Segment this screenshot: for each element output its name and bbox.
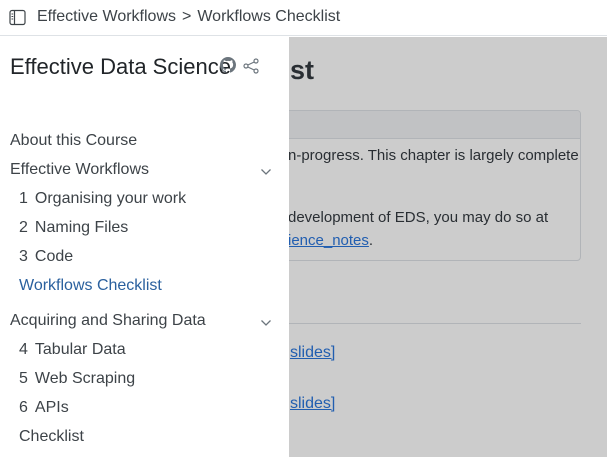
sidebar-section-acquiring-sharing-data[interactable]: Acquiring and Sharing Data	[10, 312, 206, 330]
sidebar-item-organising-your-work[interactable]: 1 Organising your work	[19, 190, 186, 208]
chapter-number: 4	[19, 341, 28, 358]
sidebar-item-web-scraping[interactable]: 5 Web Scraping	[19, 370, 135, 388]
share-icon[interactable]	[243, 58, 259, 74]
breadcrumb-item-current[interactable]: Workflows Checklist	[197, 8, 340, 25]
sidebar-item-label: Web Scraping	[34, 370, 136, 387]
chapter-number: 3	[19, 248, 28, 265]
sidebar-item-workflows-checklist[interactable]: Workflows Checklist	[19, 277, 162, 295]
sidebar: Effective Data Science About this Course…	[0, 37, 289, 457]
sidebar-toggle-icon[interactable]	[9, 9, 26, 26]
sidebar-item-about[interactable]: About this Course	[10, 132, 137, 150]
chapter-number: 5	[19, 370, 28, 387]
breadcrumb-separator: >	[182, 8, 192, 25]
site-title[interactable]: Effective Data Science	[10, 54, 231, 80]
breadcrumb-item-effective-workflows[interactable]: Effective Workflows	[37, 8, 176, 25]
sidebar-item-naming-files[interactable]: 2 Naming Files	[19, 219, 128, 237]
chapter-number: 6	[19, 399, 28, 416]
sidebar-item-label: Organising your work	[34, 190, 187, 207]
sidebar-item-apis[interactable]: 6 APIs	[19, 399, 69, 417]
sidebar-item-code[interactable]: 3 Code	[19, 248, 73, 266]
sidebar-item-tabular-data[interactable]: 4 Tabular Data	[19, 341, 126, 359]
chapter-number: 2	[19, 219, 28, 236]
top-bar: Effective Workflows > Workflows Checklist	[0, 0, 607, 36]
sidebar-section-effective-workflows[interactable]: Effective Workflows	[10, 161, 149, 179]
sidebar-item-checklist[interactable]: Checklist	[19, 428, 84, 446]
breadcrumb: Effective Workflows > Workflows Checklist	[37, 8, 340, 26]
chevron-down-icon[interactable]	[260, 319, 272, 327]
sidebar-item-label: Naming Files	[34, 219, 129, 236]
github-icon[interactable]	[220, 57, 236, 73]
chapter-number: 1	[19, 190, 28, 207]
sidebar-item-label: Code	[34, 248, 74, 265]
sidebar-item-label: Tabular Data	[34, 341, 126, 358]
sidebar-item-label: APIs	[34, 399, 69, 416]
chevron-down-icon[interactable]	[260, 168, 272, 176]
